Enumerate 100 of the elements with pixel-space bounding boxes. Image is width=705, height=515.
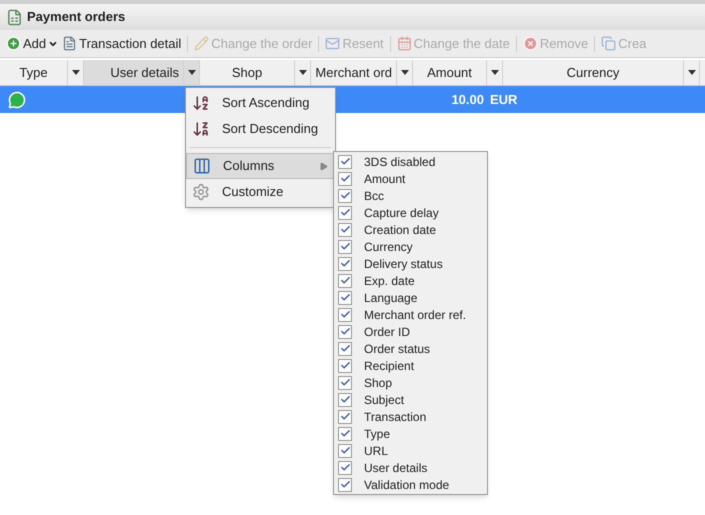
column-menu-button[interactable] (683, 60, 699, 85)
pencil-icon (194, 36, 210, 51)
menu-item[interactable]: Transaction (334, 408, 487, 425)
check-icon (340, 479, 350, 490)
menu-item[interactable]: Amount (334, 170, 487, 187)
checkbox[interactable] (338, 376, 352, 390)
menu-item[interactable]: Capture delay (334, 204, 487, 221)
column-title: Shop (230, 64, 264, 82)
menu-item[interactable]: Recipient (334, 357, 487, 374)
gear-icon (192, 183, 210, 201)
checkbox[interactable] (338, 478, 352, 492)
checkbox[interactable] (338, 426, 352, 440)
check-icon (340, 224, 350, 235)
menu-item[interactable]: Bcc (334, 187, 487, 204)
checkbox[interactable] (338, 460, 352, 474)
checkbox[interactable] (338, 274, 352, 288)
menu-item[interactable]: 3DS disabled (334, 153, 487, 170)
column-title: Type (18, 64, 49, 82)
remove-icon (522, 36, 538, 51)
checkbox[interactable] (338, 222, 352, 236)
checkbox[interactable] (338, 358, 352, 372)
caret-icon (490, 70, 498, 75)
menu-item[interactable]: Exp. date (334, 272, 487, 289)
checkbox[interactable] (338, 172, 352, 186)
menu-item[interactable]: Merchant order ref. (334, 306, 487, 323)
menu-item[interactable]: Currency (334, 238, 487, 255)
caret-icon (400, 70, 408, 75)
check-icon (340, 411, 350, 422)
check-icon (340, 190, 350, 201)
checkbox[interactable] (338, 206, 352, 220)
menu-item[interactable]: Delivery status (334, 255, 487, 272)
column-menu-button[interactable] (294, 60, 310, 85)
checkbox[interactable] (338, 410, 352, 424)
checkbox[interactable] (338, 324, 352, 338)
menu-item[interactable]: Sort Descending (186, 116, 335, 142)
check-icon (340, 445, 350, 456)
caret-icon (688, 70, 696, 75)
sort-ascending-icon (192, 94, 210, 112)
calendar-icon (396, 36, 412, 51)
column-header[interactable]: User details (84, 60, 200, 85)
column-header[interactable]: Shop (200, 60, 311, 85)
columns-icon (193, 157, 211, 175)
plus-icon (6, 36, 21, 51)
check-icon (340, 156, 350, 167)
checkbox[interactable] (338, 188, 352, 202)
column-menu-button[interactable] (396, 60, 412, 85)
check-icon (340, 360, 350, 371)
submenu-arrow-icon (319, 162, 328, 170)
check-icon (340, 462, 350, 473)
toolbar-button[interactable]: Add (4, 34, 60, 54)
menu-item[interactable]: Creation date (334, 221, 487, 238)
checkbox[interactable] (338, 240, 352, 254)
checkbox[interactable] (338, 444, 352, 458)
column-header[interactable]: Merchant ord (311, 60, 413, 85)
currency-cell-text: EUR (489, 90, 518, 109)
menu-item[interactable]: Sort Ascending (186, 90, 335, 116)
checkbox[interactable] (338, 256, 352, 270)
check-icon (340, 275, 350, 286)
check-icon (340, 309, 350, 320)
check-icon (340, 258, 350, 269)
checkbox[interactable] (338, 154, 352, 168)
menu-item[interactable]: Subject (334, 391, 487, 408)
column-menu-button[interactable] (183, 60, 199, 85)
column-header[interactable]: Currency (503, 60, 700, 85)
amount-cell-text: 10.00 (450, 90, 485, 109)
menu-item[interactable]: Columns (186, 153, 335, 179)
checkbox[interactable] (338, 342, 352, 356)
check-icon (340, 207, 350, 218)
column-title: Currency (566, 64, 620, 82)
column-header[interactable]: Amount (413, 60, 503, 85)
checkbox[interactable] (338, 308, 352, 322)
mail-icon (325, 36, 340, 51)
check-icon (340, 326, 350, 337)
column-menu-button[interactable] (67, 60, 83, 85)
check-icon (340, 241, 350, 252)
caret-icon (298, 70, 306, 75)
window-title: Payment orders (27, 8, 126, 26)
menu-item[interactable]: Customize (186, 179, 335, 205)
chat-icon (8, 90, 26, 108)
menu-item[interactable]: Type (334, 425, 487, 442)
menu-item[interactable]: User details (334, 459, 487, 476)
check-icon (340, 394, 350, 405)
column-title: User details (109, 64, 180, 82)
menu-item[interactable]: Order ID (334, 323, 487, 340)
toolbar-button[interactable]: Transaction detail (60, 34, 184, 54)
column-title: Amount (426, 64, 473, 82)
menu-item[interactable]: URL (334, 442, 487, 459)
caret-icon (188, 70, 196, 75)
menu-item[interactable]: Shop (334, 374, 487, 391)
column-menu-button[interactable] (486, 60, 502, 85)
check-icon (340, 292, 350, 303)
column-title: Merchant ord (314, 64, 393, 82)
caret-icon (72, 70, 80, 75)
checkbox[interactable] (338, 392, 352, 406)
menu-item[interactable]: Order status (334, 340, 487, 357)
check-icon (340, 173, 350, 184)
check-icon (340, 377, 350, 388)
checkbox[interactable] (338, 290, 352, 304)
menu-item[interactable]: Validation mode (334, 476, 487, 493)
menu-item[interactable]: Language (334, 289, 487, 306)
